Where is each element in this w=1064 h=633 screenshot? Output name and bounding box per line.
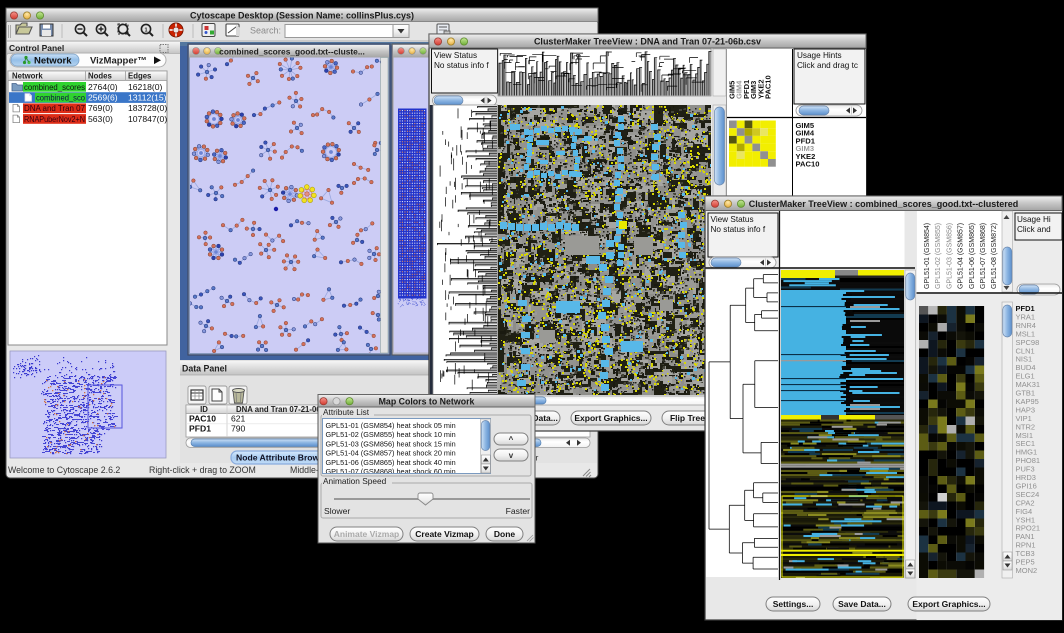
svg-text:Edges: Edges — [128, 72, 152, 81]
svg-text:13112(15): 13112(15) — [128, 93, 167, 103]
svg-text:GPL51-02 (GSM855) heat shock 1: GPL51-02 (GSM855) heat shock 10 min — [326, 430, 456, 439]
svg-text:2764(0): 2764(0) — [88, 82, 118, 92]
svg-text:Settings...: Settings... — [773, 599, 814, 609]
svg-text:PAC10: PAC10 — [796, 160, 820, 169]
svg-text:Export Graphics...: Export Graphics... — [574, 413, 647, 423]
svg-text:GPL51-04 (GSM857): GPL51-04 (GSM857) — [958, 223, 965, 289]
svg-text:MON2: MON2 — [1016, 566, 1038, 575]
svg-text:790: 790 — [231, 424, 246, 434]
svg-text:View Status: View Status — [434, 51, 477, 60]
svg-text:Node Attribute Brows: Node Attribute Brows — [236, 453, 324, 463]
svg-text:Export Graphics...: Export Graphics... — [912, 599, 985, 609]
svg-text:RNAPuberNov2+N: RNAPuberNov2+N — [24, 114, 85, 124]
svg-text:Slower: Slower — [324, 506, 350, 516]
svg-text:Attribute List: Attribute List — [323, 407, 370, 417]
svg-text:GPL51-08 (GSM872): GPL51-08 (GSM872) — [991, 223, 998, 289]
svg-text:769(0): 769(0) — [88, 103, 113, 113]
svg-text:Click and: Click and — [1017, 225, 1051, 234]
svg-text:Usage Hints: Usage Hints — [797, 51, 842, 60]
svg-text:GPL51-03 (GSM856): GPL51-03 (GSM856) — [946, 223, 953, 289]
svg-text:Search:: Search: — [250, 26, 281, 36]
svg-text:Save Data...: Save Data... — [838, 599, 886, 609]
svg-text:No status info f: No status info f — [711, 225, 766, 234]
svg-text:Animate Vizmap: Animate Vizmap — [334, 529, 400, 539]
svg-text:VizMapper™: VizMapper™ — [90, 56, 147, 67]
svg-text:563(0): 563(0) — [88, 114, 113, 124]
svg-text:Done: Done — [494, 529, 516, 539]
svg-text:183728(0): 183728(0) — [128, 103, 167, 113]
svg-text:DNA and Tran 07: DNA and Tran 07 — [24, 103, 85, 113]
svg-text:1: 1 — [144, 28, 147, 34]
svg-text:ClusterMaker TreeView : DNA an: ClusterMaker TreeView : DNA and Tran 07-… — [534, 37, 761, 47]
svg-text:16218(0): 16218(0) — [128, 82, 163, 92]
svg-text:107847(0): 107847(0) — [128, 114, 167, 124]
svg-text:GPL51-02 (GSM855): GPL51-02 (GSM855) — [935, 223, 942, 289]
svg-text:GPL51-01 (GSM854): GPL51-01 (GSM854) — [924, 223, 931, 289]
svg-text:combined_sco: combined_sco — [36, 93, 85, 103]
svg-text:PFD1: PFD1 — [189, 424, 211, 434]
svg-text:v: v — [509, 451, 514, 460]
svg-text:combined_scores: combined_scores — [24, 82, 85, 92]
svg-text:Usage Hi: Usage Hi — [1017, 215, 1051, 224]
svg-text:No status info f: No status info f — [434, 61, 489, 70]
svg-text:Click and drag tc: Click and drag tc — [797, 61, 858, 70]
svg-text:GPL51-06 (GSM865): GPL51-06 (GSM865) — [969, 223, 976, 289]
svg-text:DNA and Tran 07-21-06: DNA and Tran 07-21-06 — [236, 405, 321, 414]
svg-text:r: r — [536, 453, 539, 463]
svg-text:Network: Network — [12, 72, 43, 81]
svg-text:621: 621 — [231, 414, 246, 424]
svg-text:PAC10: PAC10 — [189, 414, 216, 424]
svg-text:GPL51-01 (GSM854) heat shock 0: GPL51-01 (GSM854) heat shock 05 min — [326, 421, 456, 430]
svg-text:GPL51-06 (GSM865) heat shock 4: GPL51-06 (GSM865) heat shock 40 min — [326, 458, 456, 467]
svg-text:GPL51-07 (GSM868): GPL51-07 (GSM868) — [980, 223, 987, 289]
svg-text:PAC10: PAC10 — [764, 75, 773, 99]
svg-text:Control Panel: Control Panel — [9, 43, 64, 53]
svg-text:GPL51-03 (GSM856) heat shock 1: GPL51-03 (GSM856) heat shock 15 min — [326, 439, 456, 448]
svg-text:2569(6): 2569(6) — [88, 93, 118, 103]
svg-text:Create Vizmap: Create Vizmap — [415, 529, 473, 539]
svg-text:Faster: Faster — [506, 506, 530, 516]
svg-text:ClusterMaker TreeView : combin: ClusterMaker TreeView : combined_scores_… — [749, 199, 1018, 209]
svg-text:Animation Speed: Animation Speed — [323, 476, 387, 486]
svg-text:Welcome to Cytoscape 2.6.2: Welcome to Cytoscape 2.6.2 — [8, 465, 120, 475]
svg-text:Network: Network — [34, 56, 72, 67]
svg-text:GPL51-04 (GSM857) heat shock 2: GPL51-04 (GSM857) heat shock 20 min — [326, 449, 456, 458]
svg-text:Data Panel: Data Panel — [182, 364, 227, 374]
svg-text:combined_scores_good.txt--clus: combined_scores_good.txt--cluste... — [219, 47, 365, 57]
svg-text:Cytoscape Desktop (Session Nam: Cytoscape Desktop (Session Name: collins… — [190, 11, 414, 21]
svg-text:Nodes: Nodes — [88, 72, 112, 81]
svg-text:View Status: View Status — [711, 215, 754, 224]
svg-text:Map Colors to Network: Map Colors to Network — [379, 396, 475, 406]
svg-text:Right-click + drag to ZOOM: Right-click + drag to ZOOM — [149, 465, 256, 475]
svg-text:^: ^ — [509, 435, 514, 444]
